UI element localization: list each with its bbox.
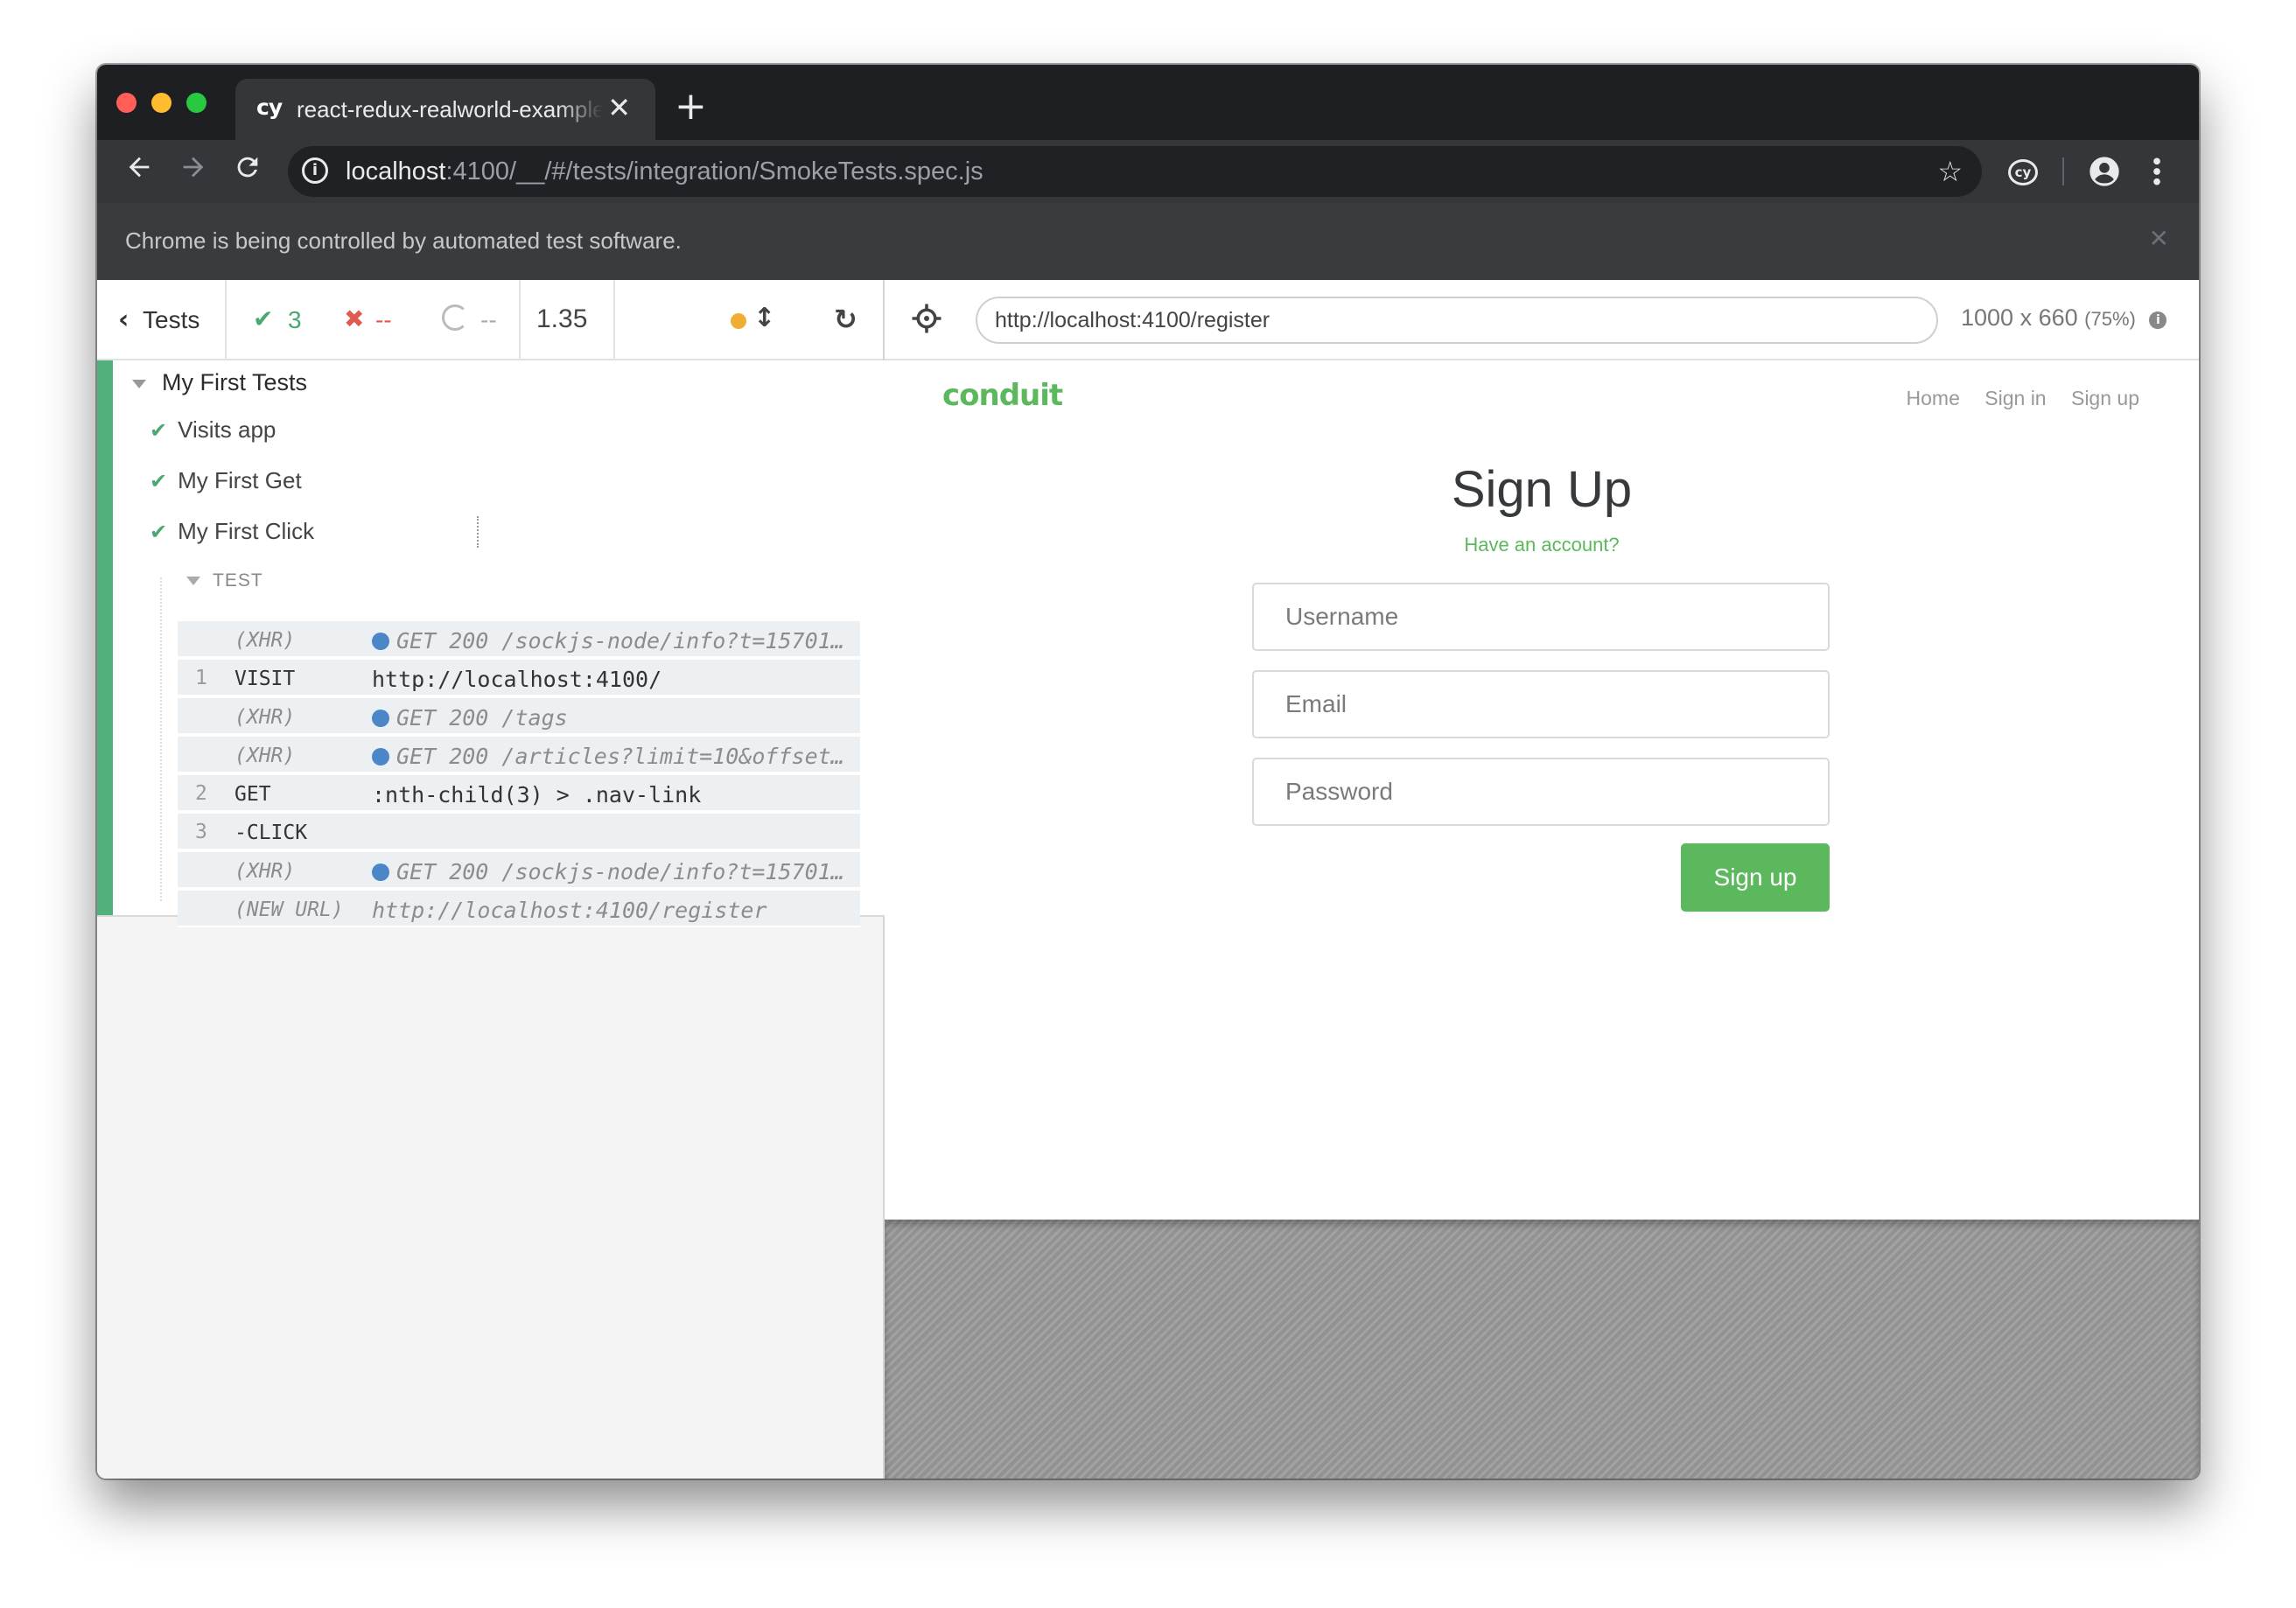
menu-kebab-icon[interactable] bbox=[2150, 154, 2164, 193]
arrow-right-icon bbox=[183, 157, 204, 178]
page-title: Sign Up bbox=[1451, 461, 1633, 518]
auto-scroll-arrows-icon[interactable]: ↕ bbox=[753, 303, 775, 333]
account-circle-icon bbox=[2090, 157, 2119, 186]
cypress-extension-icon[interactable]: cy bbox=[2008, 159, 2038, 185]
close-window-button[interactable] bbox=[116, 93, 136, 113]
app-brand-logo[interactable]: conduit bbox=[942, 378, 1063, 413]
tests-label: Tests bbox=[143, 306, 200, 333]
tests-button[interactable]: ‹ Tests bbox=[97, 280, 227, 360]
pending-spinner-icon bbox=[442, 304, 468, 331]
selector-playground-button[interactable] bbox=[911, 303, 942, 339]
duration: 1.35 bbox=[521, 280, 615, 360]
reporter-header: ‹ Tests ✔ 3 ✖ -- -- 1.35 ↕ ↻ bbox=[97, 280, 883, 360]
reload-icon bbox=[237, 157, 258, 178]
nav-sign-in-link[interactable]: Sign in bbox=[1984, 387, 2046, 409]
running-indicator-dot bbox=[731, 313, 746, 329]
aut-header: http://localhost:4100/register 1000 x 66… bbox=[885, 280, 2199, 360]
app-nav: Home Sign in Sign up bbox=[1887, 387, 2139, 410]
controls: ↕ ↻ bbox=[615, 280, 885, 360]
tree-guide bbox=[160, 577, 162, 901]
nav-home-link[interactable]: Home bbox=[1907, 387, 1960, 409]
spec-runnables: My First Tests ✔ Visits app ✔ My First Get… bbox=[97, 360, 885, 927]
maximize-window-button[interactable] bbox=[186, 93, 206, 113]
nav-sign-up-link[interactable]: Sign up bbox=[2071, 387, 2139, 409]
rerun-icon[interactable]: ↻ bbox=[834, 303, 858, 336]
username-field[interactable]: Username bbox=[1252, 583, 1830, 651]
have-account-link[interactable]: Have an account? bbox=[885, 534, 2199, 556]
xhr-dot-icon bbox=[372, 863, 389, 881]
pending-count: -- bbox=[480, 306, 497, 333]
caret-down-icon bbox=[132, 379, 146, 388]
xhr-dot-icon bbox=[372, 748, 389, 766]
minimize-window-button[interactable] bbox=[151, 93, 172, 113]
column-resize-handle[interactable] bbox=[477, 516, 479, 548]
arrow-left-icon bbox=[129, 157, 150, 178]
new-tab-button[interactable]: + bbox=[675, 87, 707, 126]
cypress-favicon-icon: cy bbox=[256, 94, 283, 120]
command-row[interactable]: (XHR) GET 200 /sockjs-node/info?t=157011… bbox=[178, 621, 860, 658]
address-bar[interactable]: i localhost:4100/__/#/tests/integration/… bbox=[288, 146, 1982, 197]
command-row[interactable]: 3 -CLICK bbox=[178, 814, 860, 850]
address-url[interactable]: localhost:4100/__/#/tests/integration/Sm… bbox=[346, 157, 984, 186]
empty-viewport-area bbox=[885, 1220, 2199, 1479]
toolbar-divider bbox=[2062, 157, 2064, 185]
caret-down-icon bbox=[186, 577, 200, 586]
duration-value: 1.35 bbox=[536, 304, 588, 333]
reload-button[interactable] bbox=[228, 152, 267, 191]
app-under-test: http://localhost:4100/register 1000 x 66… bbox=[885, 280, 2199, 1479]
failed-count: -- bbox=[375, 306, 392, 333]
xhr-dot-icon bbox=[372, 633, 389, 650]
info-icon[interactable]: i bbox=[2149, 311, 2167, 329]
command-row[interactable]: 1 VISIT http://localhost:4100/ bbox=[178, 660, 860, 696]
infobar-close-icon[interactable]: ✕ bbox=[2149, 224, 2169, 253]
tab-title: react-redux-realworld-example-app bbox=[297, 96, 603, 122]
app-iframe: conduit Home Sign in Sign up Sign Up Hav… bbox=[885, 360, 2199, 1220]
failed-x-icon: ✖ bbox=[344, 304, 365, 333]
test-item[interactable]: ✔ Visits app bbox=[150, 416, 276, 444]
crosshair-icon bbox=[912, 304, 942, 333]
command-row[interactable]: (XHR) GET 200 /sockjs-node/info?t=157011… bbox=[178, 852, 860, 889]
viewport-size[interactable]: 1000 x 660 (75%) i bbox=[1961, 304, 2167, 332]
forward-button[interactable] bbox=[174, 152, 213, 191]
hook-label[interactable]: TEST bbox=[186, 570, 263, 591]
password-field[interactable]: Password bbox=[1252, 758, 1830, 826]
site-info-icon[interactable]: i bbox=[302, 157, 328, 184]
passed-check-icon: ✔ bbox=[150, 418, 168, 443]
passed-check-icon: ✔ bbox=[150, 469, 168, 493]
browser-tab[interactable]: cy react-redux-realworld-example-app ✕ bbox=[235, 79, 655, 140]
passed-check-icon: ✔ bbox=[150, 520, 168, 544]
suite-title[interactable]: My First Tests bbox=[132, 369, 307, 396]
sign-up-button[interactable]: Sign up bbox=[1681, 843, 1830, 912]
passed-count: 3 bbox=[288, 306, 302, 333]
command-row[interactable]: (NEW URL) http://localhost:4100/register bbox=[178, 891, 860, 927]
browser-window: cy react-redux-realworld-example-app ✕ +… bbox=[97, 65, 2199, 1479]
email-field[interactable]: Email bbox=[1252, 670, 1830, 738]
tab-close-icon[interactable]: ✕ bbox=[607, 91, 631, 124]
aut-url-field[interactable]: http://localhost:4100/register bbox=[976, 297, 1938, 344]
automation-infobar: Chrome is being controlled by automated … bbox=[97, 203, 2199, 280]
back-button[interactable] bbox=[120, 152, 158, 191]
command-row[interactable]: (XHR) GET 200 /articles?limit=10&offset=… bbox=[178, 737, 860, 773]
test-item[interactable]: ✔ My First Click bbox=[150, 518, 314, 545]
command-row[interactable]: 2 GET :nth-child(3) > .nav-link bbox=[178, 775, 860, 812]
xhr-dot-icon bbox=[372, 710, 389, 727]
passed-check-icon: ✔ bbox=[253, 304, 274, 333]
automation-message: Chrome is being controlled by automated … bbox=[125, 227, 682, 254]
tab-strip: cy react-redux-realworld-example-app ✕ + bbox=[97, 65, 2199, 140]
test-item[interactable]: ✔ My First Get bbox=[150, 467, 302, 494]
test-reporter: ‹ Tests ✔ 3 ✖ -- -- 1.35 ↕ ↻ My First Te… bbox=[97, 280, 885, 1479]
bookmark-star-icon[interactable]: ☆ bbox=[1937, 155, 1963, 188]
suite-passed-bar bbox=[97, 360, 113, 915]
browser-toolbar: i localhost:4100/__/#/tests/integration/… bbox=[97, 140, 2199, 203]
chevron-left-icon: ‹ bbox=[118, 304, 130, 335]
profile-icon[interactable] bbox=[2087, 154, 2122, 193]
command-row[interactable]: (XHR) GET 200 /tags bbox=[178, 698, 860, 735]
